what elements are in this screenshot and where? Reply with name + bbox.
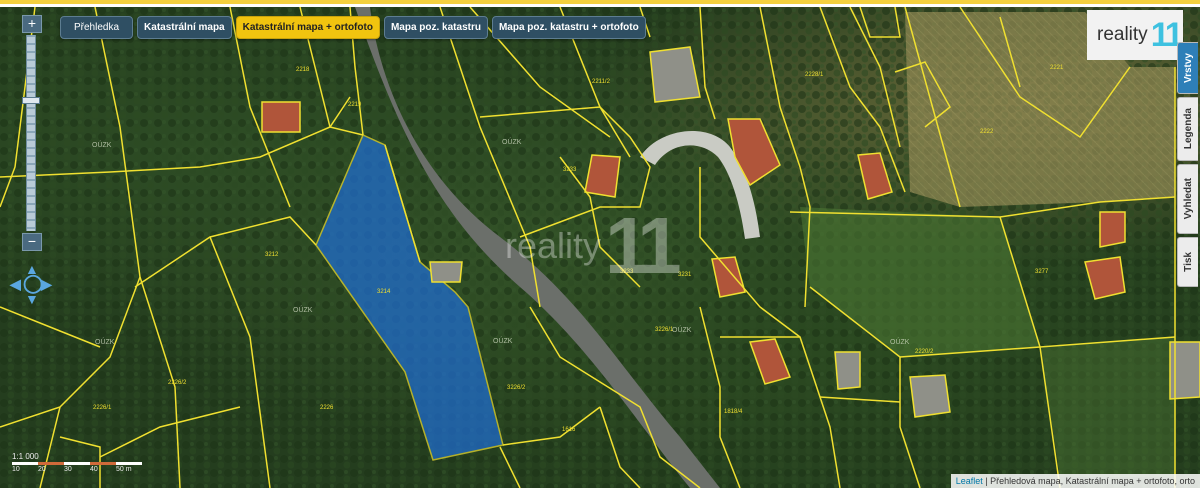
zoom-slider-knob[interactable] (22, 97, 40, 104)
parcel-label: 2228/1 (805, 72, 824, 78)
parcel-label: 2211/2 (592, 79, 610, 85)
land-use-label: OÚZK (92, 142, 112, 149)
zoom-in-button[interactable]: + (22, 15, 42, 33)
scale-bar: 1:1 000 10 20 30 40 50 m (12, 452, 142, 473)
pan-left-icon[interactable]: ◀ (10, 276, 21, 293)
tab-tisk[interactable]: Tisk (1177, 237, 1198, 287)
layer-button-mapa-poz-katastru-ortofoto[interactable]: Mapa poz. katastru + ortofoto (491, 16, 646, 39)
reality-logo: reality 11 (1087, 10, 1184, 60)
map-layer-buttons: Přehledka Katastrální mapa Katastrální m… (60, 16, 646, 39)
tab-vyhledat[interactable]: Vyhledat (1177, 164, 1198, 234)
land-use-label: OÚZK (293, 307, 313, 314)
parcel-label: 2218 (296, 67, 310, 73)
parcel-label: 2221 (1050, 65, 1064, 71)
land-use-label: OÚZK (672, 327, 692, 334)
layer-button-katastralni-mapa-ortofoto[interactable]: Katastrální mapa + ortofoto (235, 16, 380, 39)
tab-legenda[interactable]: Legenda (1177, 97, 1198, 161)
parcel-label: 2226 (320, 405, 334, 411)
side-tabs: Vrstvy Legenda Vyhledat Tisk (1177, 42, 1200, 290)
parcel-label: 2220/2 (915, 349, 934, 355)
map-attribution: Leaflet | Přehledová mapa, Katastrální m… (950, 474, 1200, 488)
zoom-control: + − (22, 15, 42, 251)
pan-control: ▲ ◀ ◯ ▶ ▼ (8, 261, 54, 307)
parcel-label: 2219 (348, 102, 362, 108)
leaflet-link[interactable]: Leaflet (956, 476, 983, 486)
pan-down-icon[interactable]: ▼ (25, 291, 39, 307)
pan-right-icon[interactable]: ▶ (41, 276, 52, 293)
layer-button-mapa-poz-katastru[interactable]: Mapa poz. katastru (383, 16, 488, 39)
parcel-label: 2222 (980, 129, 994, 135)
parcel-label: 3226/1 (655, 327, 674, 333)
parcel-label: 3231 (678, 272, 692, 278)
zoom-slider[interactable] (22, 35, 40, 231)
parcel-label: 3212 (265, 252, 279, 258)
tab-vrstvy[interactable]: Vrstvy (1177, 42, 1198, 94)
parcel-label: 1818/4 (724, 409, 743, 415)
scale-tick: 30 (64, 466, 72, 473)
attribution-text: | Přehledová mapa, Katastrální mapa + or… (982, 476, 1195, 486)
watermark: reality 11 (505, 201, 682, 290)
top-accent-bar (0, 0, 1200, 7)
parcel-label: 3214 (377, 289, 391, 295)
parcel-label: 3233 (563, 167, 577, 173)
parcel-label: 2226/1 (93, 405, 112, 411)
scale-tick: 40 (90, 466, 98, 473)
parcel-label: 1616 (562, 427, 576, 433)
land-use-label: OÚZK (493, 338, 513, 345)
zoom-out-button[interactable]: − (22, 233, 42, 251)
scale-tick: 10 (12, 466, 20, 473)
land-use-label: OÚZK (95, 339, 115, 346)
scale-tick: 20 (38, 466, 46, 473)
scale-tick: 50 m (116, 466, 132, 473)
layer-button-prehledka[interactable]: Přehledka (60, 16, 134, 39)
parcel-label: 2226/2 (168, 380, 187, 386)
parcel-label: 3226/2 (507, 385, 526, 391)
parcel-label: 3277 (1035, 269, 1049, 275)
logo-text: reality (1097, 24, 1148, 45)
layer-button-katastralni-mapa[interactable]: Katastrální mapa (137, 16, 232, 39)
land-use-label: OÚZK (502, 139, 522, 146)
land-use-label: OÚZK (890, 339, 910, 346)
scale-label: 1:1 000 (12, 452, 39, 461)
